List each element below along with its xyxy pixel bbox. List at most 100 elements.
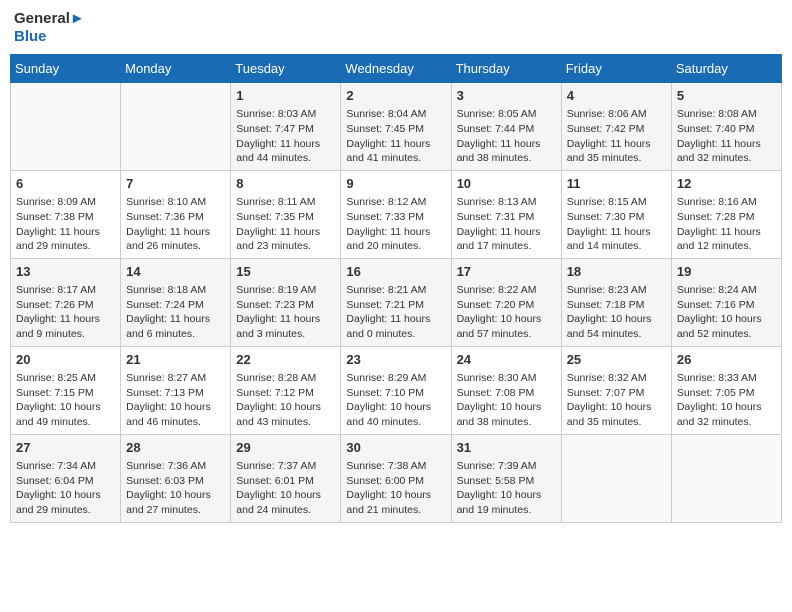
calendar-cell: 5 Sunrise: 8:08 AM Sunset: 7:40 PM Daylig… (671, 83, 781, 171)
day-info: Sunrise: 8:05 AM Sunset: 7:44 PM Dayligh… (457, 107, 556, 166)
day-info: Sunrise: 8:30 AM Sunset: 7:08 PM Dayligh… (457, 371, 556, 430)
page-header: General► Blue (10, 10, 782, 46)
calendar-cell: 8 Sunrise: 8:11 AM Sunset: 7:35 PM Daylig… (231, 170, 341, 258)
day-info: Sunrise: 8:24 AM Sunset: 7:16 PM Dayligh… (677, 283, 776, 342)
day-number: 21 (126, 351, 225, 369)
day-info: Sunrise: 8:15 AM Sunset: 7:30 PM Dayligh… (567, 195, 666, 254)
day-number: 6 (16, 175, 115, 193)
day-number: 2 (346, 87, 445, 105)
day-number: 16 (346, 263, 445, 281)
day-number: 19 (677, 263, 776, 281)
weekday-header-friday: Friday (561, 55, 671, 83)
calendar-cell: 20 Sunrise: 8:25 AM Sunset: 7:15 PM Dayli… (11, 346, 121, 434)
calendar-cell: 31 Sunrise: 7:39 AM Sunset: 5:58 PM Dayli… (451, 434, 561, 522)
day-number: 14 (126, 263, 225, 281)
calendar-cell: 7 Sunrise: 8:10 AM Sunset: 7:36 PM Daylig… (121, 170, 231, 258)
day-number: 3 (457, 87, 556, 105)
day-info: Sunrise: 8:32 AM Sunset: 7:07 PM Dayligh… (567, 371, 666, 430)
day-info: Sunrise: 8:11 AM Sunset: 7:35 PM Dayligh… (236, 195, 335, 254)
day-number: 7 (126, 175, 225, 193)
day-info: Sunrise: 7:37 AM Sunset: 6:01 PM Dayligh… (236, 459, 335, 518)
calendar-cell: 12Sunrise: 8:16 AM Sunset: 7:28 PM Dayli… (671, 170, 781, 258)
calendar-table: SundayMondayTuesdayWednesdayThursdayFrid… (10, 54, 782, 523)
calendar-cell: 14Sunrise: 8:18 AM Sunset: 7:24 PM Dayli… (121, 258, 231, 346)
day-number: 31 (457, 439, 556, 457)
calendar-cell: 30 Sunrise: 7:38 AM Sunset: 6:00 PM Dayli… (341, 434, 451, 522)
day-number: 11 (567, 175, 666, 193)
calendar-cell: 9Sunrise: 8:12 AM Sunset: 7:33 PM Daylig… (341, 170, 451, 258)
day-number: 24 (457, 351, 556, 369)
day-info: Sunrise: 8:03 AM Sunset: 7:47 PM Dayligh… (236, 107, 335, 166)
day-number: 18 (567, 263, 666, 281)
calendar-cell: 22 Sunrise: 8:28 AM Sunset: 7:12 PM Dayli… (231, 346, 341, 434)
weekday-header-thursday: Thursday (451, 55, 561, 83)
logo: General► Blue (14, 10, 85, 46)
day-number: 17 (457, 263, 556, 281)
day-info: Sunrise: 7:39 AM Sunset: 5:58 PM Dayligh… (457, 459, 556, 518)
calendar-cell: 17 Sunrise: 8:22 AM Sunset: 7:20 PM Dayli… (451, 258, 561, 346)
calendar-cell (11, 83, 121, 171)
day-info: Sunrise: 8:04 AM Sunset: 7:45 PM Dayligh… (346, 107, 445, 166)
day-number: 10 (457, 175, 556, 193)
week-row-1: 6 Sunrise: 8:09 AM Sunset: 7:38 PM Daylig… (11, 170, 782, 258)
day-info: Sunrise: 8:13 AM Sunset: 7:31 PM Dayligh… (457, 195, 556, 254)
day-info: Sunrise: 8:08 AM Sunset: 7:40 PM Dayligh… (677, 107, 776, 166)
day-info: Sunrise: 8:17 AM Sunset: 7:26 PM Dayligh… (16, 283, 115, 342)
calendar-cell (121, 83, 231, 171)
day-info: Sunrise: 8:29 AM Sunset: 7:10 PM Dayligh… (346, 371, 445, 430)
day-info: Sunrise: 8:33 AM Sunset: 7:05 PM Dayligh… (677, 371, 776, 430)
day-info: Sunrise: 8:22 AM Sunset: 7:20 PM Dayligh… (457, 283, 556, 342)
calendar-cell: 25 Sunrise: 8:32 AM Sunset: 7:07 PM Dayli… (561, 346, 671, 434)
day-info: Sunrise: 8:23 AM Sunset: 7:18 PM Dayligh… (567, 283, 666, 342)
calendar-cell (671, 434, 781, 522)
day-number: 8 (236, 175, 335, 193)
day-info: Sunrise: 7:36 AM Sunset: 6:03 PM Dayligh… (126, 459, 225, 518)
week-row-3: 20 Sunrise: 8:25 AM Sunset: 7:15 PM Dayli… (11, 346, 782, 434)
calendar-cell: 1 Sunrise: 8:03 AM Sunset: 7:47 PM Daylig… (231, 83, 341, 171)
week-row-4: 27 Sunrise: 7:34 AM Sunset: 6:04 PM Dayli… (11, 434, 782, 522)
calendar-cell: 3 Sunrise: 8:05 AM Sunset: 7:44 PM Daylig… (451, 83, 561, 171)
weekday-header-row: SundayMondayTuesdayWednesdayThursdayFrid… (11, 55, 782, 83)
day-number: 25 (567, 351, 666, 369)
calendar-cell: 21 Sunrise: 8:27 AM Sunset: 7:13 PM Dayli… (121, 346, 231, 434)
weekday-header-wednesday: Wednesday (341, 55, 451, 83)
day-info: Sunrise: 8:10 AM Sunset: 7:36 PM Dayligh… (126, 195, 225, 254)
day-number: 23 (346, 351, 445, 369)
day-number: 27 (16, 439, 115, 457)
calendar-cell: 11 Sunrise: 8:15 AM Sunset: 7:30 PM Dayli… (561, 170, 671, 258)
calendar-cell: 13 Sunrise: 8:17 AM Sunset: 7:26 PM Dayli… (11, 258, 121, 346)
calendar-cell: 23 Sunrise: 8:29 AM Sunset: 7:10 PM Dayli… (341, 346, 451, 434)
calendar-cell: 2 Sunrise: 8:04 AM Sunset: 7:45 PM Daylig… (341, 83, 451, 171)
day-info: Sunrise: 8:28 AM Sunset: 7:12 PM Dayligh… (236, 371, 335, 430)
day-number: 5 (677, 87, 776, 105)
day-number: 13 (16, 263, 115, 281)
calendar-cell: 18 Sunrise: 8:23 AM Sunset: 7:18 PM Dayli… (561, 258, 671, 346)
day-info: Sunrise: 7:34 AM Sunset: 6:04 PM Dayligh… (16, 459, 115, 518)
day-number: 12 (677, 175, 776, 193)
weekday-header-monday: Monday (121, 55, 231, 83)
day-info: Sunrise: 8:09 AM Sunset: 7:38 PM Dayligh… (16, 195, 115, 254)
day-info: Sunrise: 8:06 AM Sunset: 7:42 PM Dayligh… (567, 107, 666, 166)
weekday-header-saturday: Saturday (671, 55, 781, 83)
calendar-cell: 28Sunrise: 7:36 AM Sunset: 6:03 PM Dayli… (121, 434, 231, 522)
day-number: 26 (677, 351, 776, 369)
calendar-cell: 4Sunrise: 8:06 AM Sunset: 7:42 PM Daylig… (561, 83, 671, 171)
day-number: 1 (236, 87, 335, 105)
day-info: Sunrise: 7:38 AM Sunset: 6:00 PM Dayligh… (346, 459, 445, 518)
week-row-2: 13 Sunrise: 8:17 AM Sunset: 7:26 PM Dayli… (11, 258, 782, 346)
day-number: 20 (16, 351, 115, 369)
day-number: 30 (346, 439, 445, 457)
calendar-cell: 24 Sunrise: 8:30 AM Sunset: 7:08 PM Dayli… (451, 346, 561, 434)
day-info: Sunrise: 8:25 AM Sunset: 7:15 PM Dayligh… (16, 371, 115, 430)
day-number: 15 (236, 263, 335, 281)
week-row-0: 1 Sunrise: 8:03 AM Sunset: 7:47 PM Daylig… (11, 83, 782, 171)
calendar-cell: 15 Sunrise: 8:19 AM Sunset: 7:23 PM Dayli… (231, 258, 341, 346)
day-number: 9 (346, 175, 445, 193)
day-info: Sunrise: 8:27 AM Sunset: 7:13 PM Dayligh… (126, 371, 225, 430)
calendar-cell: 16Sunrise: 8:21 AM Sunset: 7:21 PM Dayli… (341, 258, 451, 346)
day-number: 29 (236, 439, 335, 457)
day-info: Sunrise: 8:19 AM Sunset: 7:23 PM Dayligh… (236, 283, 335, 342)
calendar-cell: 19 Sunrise: 8:24 AM Sunset: 7:16 PM Dayli… (671, 258, 781, 346)
weekday-header-tuesday: Tuesday (231, 55, 341, 83)
day-number: 22 (236, 351, 335, 369)
